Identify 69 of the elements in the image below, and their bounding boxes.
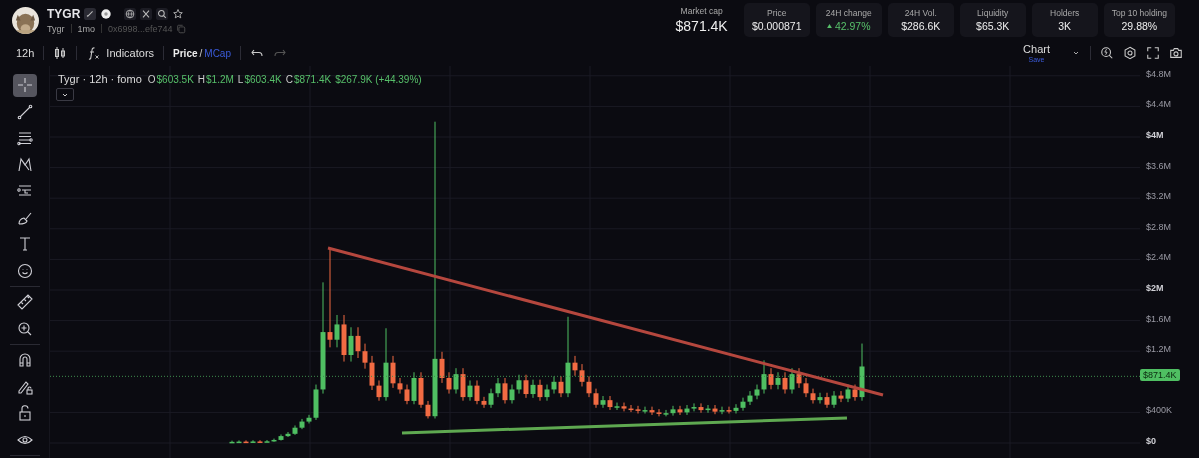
ohlc-key: H (197, 74, 206, 85)
price-axis-label: $4M (1146, 130, 1164, 140)
globe-icon[interactable] (124, 7, 137, 20)
crosshair-icon (15, 76, 34, 95)
star-icon[interactable] (172, 7, 185, 20)
fullscreen-icon[interactable] (1146, 46, 1160, 60)
stat-value: $0.000871 (751, 20, 802, 32)
x-logo-icon[interactable] (140, 7, 153, 20)
mode-toggle[interactable]: MCap (204, 47, 231, 59)
token-symbol: TYGR (47, 6, 81, 21)
pattern-icon (15, 155, 34, 174)
ohlc-value: $603.5K (156, 74, 194, 85)
price-axis-label: $3.2M (1146, 191, 1171, 202)
quick-search-icon[interactable] (1100, 46, 1114, 60)
interval-button[interactable]: 12h (16, 47, 35, 59)
price-axis-label: $2.8M (1146, 221, 1171, 232)
stat-value: 42.97% (834, 20, 871, 32)
indicators-button[interactable]: Indicators (86, 46, 155, 60)
token-age: 1mo (77, 23, 96, 34)
stat-value: $65.3K (976, 20, 1010, 32)
stat-label: 24H change (825, 8, 872, 18)
search-icon[interactable] (156, 7, 169, 20)
price-axis-label: $2.4M (1146, 252, 1171, 263)
ohlc-key: L (237, 74, 244, 85)
stat-label: Liquidity (977, 8, 1009, 18)
stat-value: 3K (1058, 20, 1072, 32)
ohlc-value: $871.4K (293, 74, 332, 85)
badge-icon (100, 7, 113, 20)
token-name: Tygr (47, 23, 65, 34)
stat-value: 29.88% (1121, 20, 1158, 32)
ohlc-value: $603.4K (244, 74, 282, 85)
stat-label: Market cap (680, 6, 723, 16)
function-icon (86, 46, 101, 60)
ohlc-value: $1.2M (206, 74, 234, 85)
support-trendline[interactable] (401, 416, 848, 435)
trendline-icon (15, 102, 34, 121)
ruler-icon (15, 293, 34, 312)
stat-label: Price (767, 8, 787, 18)
last-price-tag: $871.4K (1140, 369, 1180, 382)
price-axis-label: $4.8M (1146, 68, 1171, 79)
stat-label: Holders (1050, 8, 1080, 18)
price-axis-label: $0 (1146, 436, 1156, 446)
change-value: $267.9K (+44.39%) (335, 74, 422, 85)
price-axis-label: $3.6M (1146, 160, 1171, 171)
stat-label: Top 10 holding (1111, 8, 1167, 18)
contract-address: 0x6998...efe744 (108, 23, 173, 34)
pencil-icon[interactable] (84, 7, 97, 20)
mode-separator: / (199, 47, 203, 59)
up-triangle-icon (826, 24, 832, 28)
stat-value: $871.4K (675, 18, 728, 34)
emoji-icon (15, 261, 34, 280)
crosshair-tool-button[interactable] (12, 73, 37, 97)
price-axis-label: $1.2M (1146, 344, 1171, 355)
legend-title: Tygr · 12h · fomo (58, 73, 142, 85)
zoom-icon (15, 319, 34, 338)
price-axis-label: $2M (1146, 283, 1164, 293)
price-axis-label: $1.6M (1146, 313, 1171, 324)
price-axis-label: $4.4M (1146, 99, 1171, 110)
candlestick-icon[interactable] (53, 46, 68, 60)
ohlc-key: O (147, 74, 156, 85)
stat-label: 24H Vol. (904, 8, 937, 18)
ohlc-key: C (285, 74, 293, 85)
stat-value: $286.6K (901, 20, 941, 32)
resistance-trendline[interactable] (327, 246, 884, 397)
price-axis-label: $400K (1146, 405, 1173, 416)
channel-icon (15, 129, 34, 148)
mode-toggle[interactable]: Price (173, 47, 198, 59)
camera-icon[interactable] (1169, 46, 1183, 60)
settings-icon[interactable] (1123, 46, 1137, 60)
